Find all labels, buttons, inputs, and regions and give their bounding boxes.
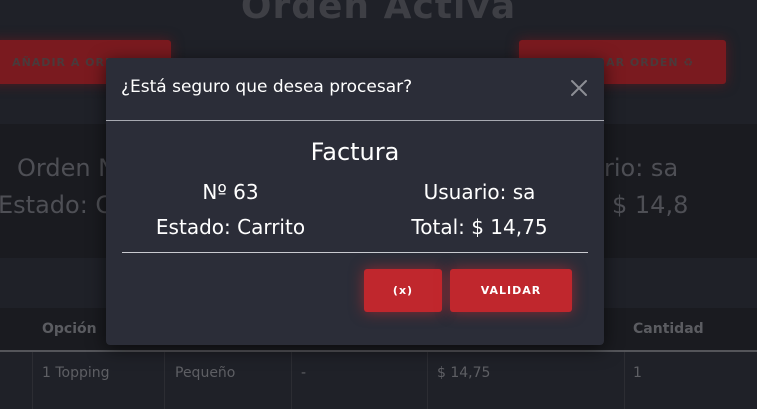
column-divider	[427, 352, 428, 409]
cell-precio: $ 14,75	[437, 365, 491, 381]
modal-divider	[122, 252, 588, 253]
order-number-text: Orden N	[17, 154, 117, 182]
validate-button[interactable]: VALIDAR	[450, 269, 572, 312]
column-header-cantidad: Cantidad	[633, 321, 704, 337]
invoice-status: Estado: Carrito	[155, 215, 306, 239]
order-user-text: rio: sa	[604, 154, 679, 182]
confirm-process-modal: ¿Está seguro que desea procesar? Factura…	[106, 58, 604, 345]
cell-opcion: 1 Topping	[42, 365, 110, 381]
cancel-button[interactable]: (x)	[364, 269, 442, 312]
column-divider	[624, 352, 625, 409]
modal-header: ¿Está seguro que desea procesar?	[106, 58, 604, 121]
column-divider	[291, 352, 292, 409]
order-total-text: $ 14,8	[612, 191, 689, 219]
invoice-title: Factura	[310, 138, 400, 166]
column-header-opcion: Opción	[42, 321, 97, 337]
column-divider	[32, 352, 33, 409]
cell-cantidad: 1	[633, 365, 642, 381]
page-title: Orden Activa	[240, 0, 517, 27]
invoice-number: Nº 63	[202, 180, 259, 204]
cell-extra: -	[301, 365, 307, 381]
cell-tamano: Pequeño	[175, 365, 236, 381]
invoice-total: Total: $ 14,75	[411, 215, 548, 239]
order-status-text: Estado: C	[0, 191, 113, 219]
column-divider	[164, 352, 165, 409]
close-icon[interactable]	[569, 78, 589, 98]
modal-title: ¿Está seguro que desea procesar?	[121, 77, 413, 97]
invoice-user: Usuario: sa	[423, 180, 536, 204]
